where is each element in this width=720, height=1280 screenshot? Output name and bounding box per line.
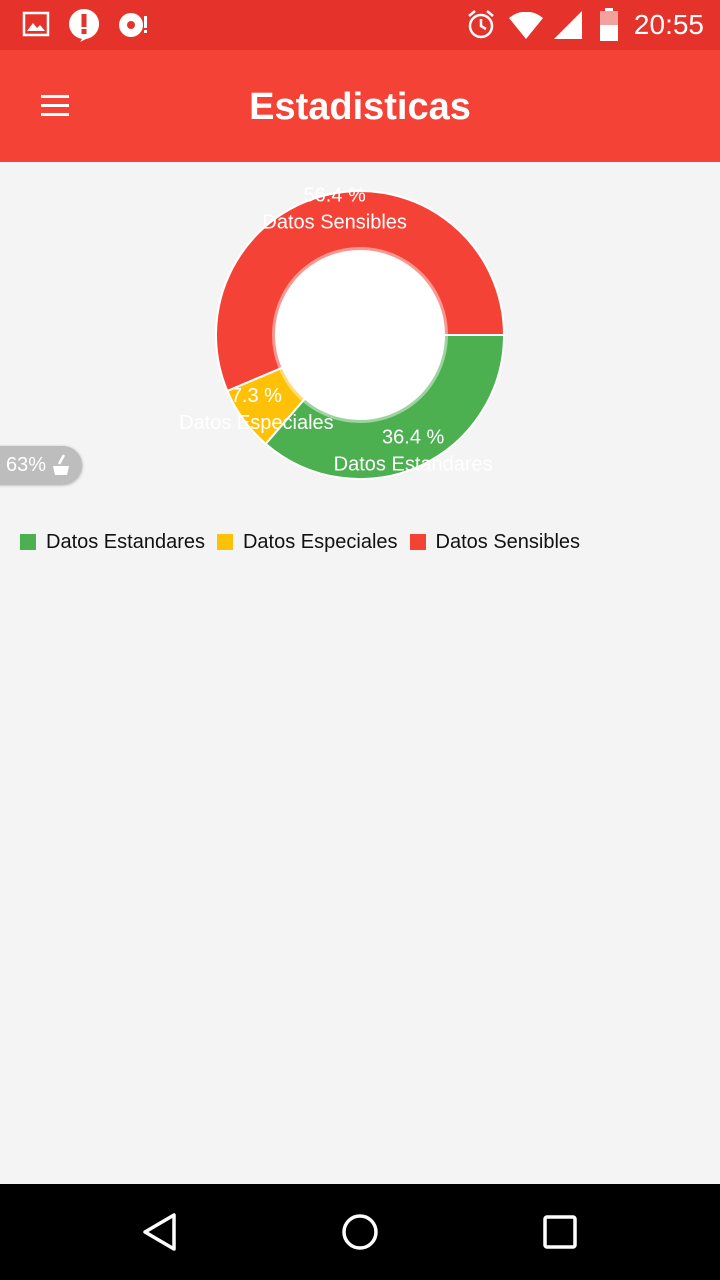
status-bar: 20:55 bbox=[0, 0, 720, 50]
navigation-bar bbox=[0, 1184, 720, 1280]
memory-cleaner-badge[interactable]: 63% bbox=[0, 446, 82, 484]
signal-icon bbox=[554, 11, 582, 39]
value-label-datos-especiales: 7.3 % bbox=[231, 385, 282, 407]
legend-label: Datos Estandares bbox=[46, 531, 205, 553]
legend-item-datos-especiales[interactable]: Datos Especiales bbox=[216, 530, 398, 554]
donut-hole bbox=[276, 251, 444, 419]
status-time: 20:55 bbox=[633, 9, 704, 40]
category-label-datos-sensibles: Datos Sensibles bbox=[262, 212, 407, 234]
alarm-icon bbox=[468, 10, 494, 39]
back-icon bbox=[143, 1213, 176, 1251]
app-bar: Estadisticas bbox=[0, 50, 720, 162]
home-icon bbox=[342, 1214, 378, 1250]
category-label-datos-especiales: Datos Especiales bbox=[179, 412, 334, 434]
battery-icon bbox=[600, 8, 618, 41]
donut-chart: 36.4 % Datos Estandares 7.3 % Datos Especia… bbox=[179, 185, 506, 480]
legend-label: Datos Especiales bbox=[242, 531, 398, 553]
recents-button[interactable] bbox=[532, 1206, 588, 1258]
home-button[interactable] bbox=[332, 1206, 388, 1258]
legend-item-datos-sensibles[interactable]: Datos Sensibles bbox=[409, 530, 581, 554]
page-title: Estadisticas bbox=[249, 86, 471, 128]
legend-item-datos-estandares[interactable]: Datos Estandares bbox=[20, 530, 205, 554]
legend-swatch bbox=[216, 534, 233, 550]
value-label-datos-sensibles: 56.4 % bbox=[304, 185, 366, 207]
value-label-datos-estandares: 36.4 % bbox=[382, 426, 444, 448]
chart-legend: Datos Estandares Datos Especiales Datos Se… bbox=[20, 528, 592, 556]
image-icon bbox=[22, 11, 50, 37]
legend-label: Datos Sensibles bbox=[435, 531, 581, 553]
record-icon bbox=[119, 13, 147, 37]
back-button[interactable] bbox=[132, 1206, 188, 1258]
alert-icon bbox=[69, 9, 100, 42]
chart-area: 36.4 % Datos Estandares 7.3 % Datos Especia… bbox=[0, 162, 720, 522]
legend-swatch bbox=[20, 534, 36, 550]
category-label-datos-estandares: Datos Estandares bbox=[334, 453, 493, 475]
broom-icon bbox=[53, 454, 70, 475]
wifi-icon bbox=[509, 12, 543, 39]
badge-label: 63% bbox=[6, 453, 47, 476]
recents-icon bbox=[543, 1215, 577, 1249]
legend-swatch bbox=[409, 534, 426, 550]
